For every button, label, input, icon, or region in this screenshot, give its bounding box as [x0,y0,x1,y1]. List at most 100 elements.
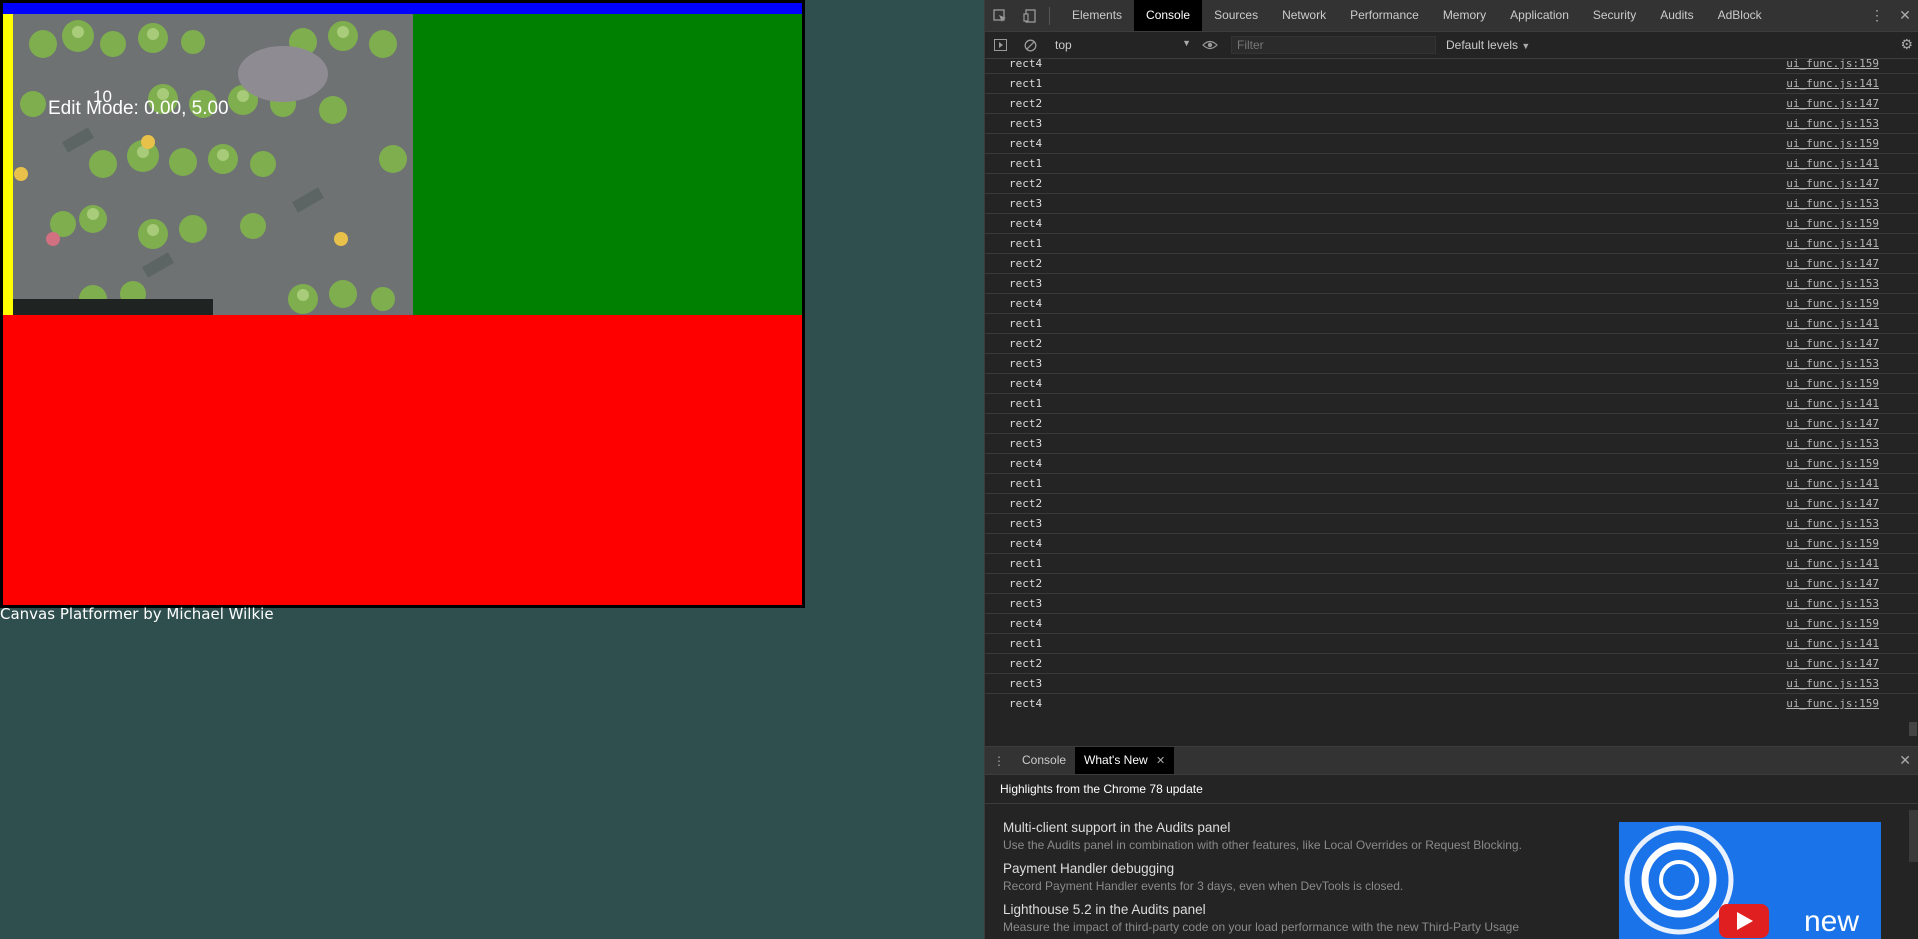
tab-adblock[interactable]: AdBlock [1706,0,1774,31]
chrome-new-promo-image[interactable]: new [1619,822,1881,939]
log-source-link[interactable]: ui_func.js:153 [1786,117,1879,130]
log-message: rect1 [1009,237,1043,250]
log-source-link[interactable]: ui_func.js:153 [1786,677,1879,690]
console-log-row: rect1 ui_func.js:141 [985,634,1918,654]
console-log-row: rect3 ui_func.js:153 [985,594,1918,614]
log-message: rect1 [1009,397,1043,410]
log-message: rect2 [1009,337,1043,350]
log-source-link[interactable]: ui_func.js:141 [1786,77,1879,90]
log-source-link[interactable]: ui_func.js:141 [1786,557,1879,570]
console-log-row: rect2 ui_func.js:147 [985,174,1918,194]
context-select[interactable]: top ▼ [1045,38,1195,52]
log-source-link[interactable]: ui_func.js:159 [1786,297,1879,310]
log-source-link[interactable]: ui_func.js:153 [1786,357,1879,370]
log-source-link[interactable]: ui_func.js:159 [1786,697,1879,710]
settings-gear-icon[interactable]: ⚙ [1900,36,1913,53]
log-source-link[interactable]: ui_func.js:147 [1786,177,1879,190]
log-source-link[interactable]: ui_func.js:153 [1786,597,1879,610]
tab-application[interactable]: Application [1498,0,1581,31]
tab-performance[interactable]: Performance [1338,0,1431,31]
log-message: rect1 [1009,557,1043,570]
log-source-link[interactable]: ui_func.js:159 [1786,57,1879,70]
log-source-link[interactable]: ui_func.js:147 [1786,257,1879,270]
close-drawer-icon[interactable]: ✕ [1899,752,1911,769]
log-source-link[interactable]: ui_func.js:141 [1786,477,1879,490]
console-log-row: rect4 ui_func.js:159 [985,54,1918,74]
log-source-link[interactable]: ui_func.js:147 [1786,97,1879,110]
more-options-icon[interactable]: ⋮ [1863,7,1891,24]
tile-map-image [3,14,413,315]
log-message: rect2 [1009,177,1043,190]
log-message: rect1 [1009,317,1043,330]
tab-network[interactable]: Network [1270,0,1338,31]
inspect-element-icon[interactable] [985,0,1015,31]
drawer-tab-console[interactable]: Console [1013,747,1075,774]
whats-new-item[interactable]: Multi-client support in the Audits panel… [1003,820,1583,852]
yellow-side-bar [3,14,13,315]
log-message: rect4 [1009,377,1043,390]
grass-tiles-graphic [3,14,413,315]
log-source-link[interactable]: ui_func.js:159 [1786,377,1879,390]
log-message: rect3 [1009,677,1043,690]
log-source-link[interactable]: ui_func.js:141 [1786,237,1879,250]
console-log-row: rect1 ui_func.js:141 [985,314,1918,334]
log-source-link[interactable]: ui_func.js:147 [1786,577,1879,590]
item-description: Record Payment Handler events for 3 days… [1003,879,1404,893]
log-source-link[interactable]: ui_func.js:147 [1786,337,1879,350]
log-message: rect2 [1009,497,1043,510]
tab-audits[interactable]: Audits [1648,0,1705,31]
log-source-link[interactable]: ui_func.js:159 [1786,217,1879,230]
log-source-link[interactable]: ui_func.js:147 [1786,417,1879,430]
log-source-link[interactable]: ui_func.js:159 [1786,457,1879,470]
log-source-link[interactable]: ui_func.js:141 [1786,397,1879,410]
log-message: rect3 [1009,437,1043,450]
log-source-link[interactable]: ui_func.js:153 [1786,437,1879,450]
tab-sources[interactable]: Sources [1202,0,1270,31]
log-source-link[interactable]: ui_func.js:147 [1786,497,1879,510]
filter-input[interactable] [1231,36,1436,54]
drawer-scrollbar[interactable] [1909,810,1918,862]
console-log-row: rect2 ui_func.js:147 [985,494,1918,514]
tab-separator [1049,6,1050,25]
drawer-tab-bar: ⋮ Console What's New ✕ ✕ [985,747,1918,775]
console-scrollbar[interactable] [1909,722,1917,736]
log-levels-dropdown[interactable]: Default levels ▼ [1446,38,1530,52]
log-source-link[interactable]: ui_func.js:159 [1786,137,1879,150]
dropdown-arrow-icon: ▼ [1521,41,1531,51]
log-source-link[interactable]: ui_func.js:153 [1786,277,1879,290]
whats-new-item[interactable]: Payment Handler debugging Record Payment… [1003,861,1583,893]
promo-new-label: new [1803,905,1859,938]
log-source-link[interactable]: ui_func.js:147 [1786,657,1879,670]
log-message: rect4 [1009,137,1043,150]
log-message: rect3 [1009,117,1043,130]
tab-memory[interactable]: Memory [1431,0,1498,31]
tab-console[interactable]: Console [1134,0,1203,31]
console-log-row: rect3 ui_func.js:153 [985,194,1918,214]
log-source-link[interactable]: ui_func.js:159 [1786,617,1879,630]
log-source-link[interactable]: ui_func.js:141 [1786,157,1879,170]
console-log-row: rect4 ui_func.js:159 [985,214,1918,234]
close-devtools-icon[interactable]: ✕ [1891,7,1918,24]
drawer-menu-icon[interactable]: ⋮ [985,754,1013,768]
log-message: rect4 [1009,537,1043,550]
log-source-link[interactable]: ui_func.js:153 [1786,517,1879,530]
device-toolbar-icon[interactable] [1015,0,1045,31]
game-canvas[interactable]: 10 Edit Mode: 0.00, 5.00 [0,0,805,608]
console-log-row: rect2 ui_func.js:147 [985,334,1918,354]
console-log-row: rect4 ui_func.js:159 [985,454,1918,474]
tab-security[interactable]: Security [1581,0,1648,31]
close-tab-icon[interactable]: ✕ [1156,755,1165,767]
log-message: rect1 [1009,637,1043,650]
log-message: rect2 [1009,657,1043,670]
log-source-link[interactable]: ui_func.js:141 [1786,637,1879,650]
log-source-link[interactable]: ui_func.js:159 [1786,537,1879,550]
log-source-link[interactable]: ui_func.js:153 [1786,197,1879,210]
whats-new-item[interactable]: Lighthouse 5.2 in the Audits panel Measu… [1003,902,1583,934]
item-description: Measure the impact of third-party code o… [1003,920,1520,934]
drawer-tab-whats-new[interactable]: What's New ✕ [1075,747,1175,774]
log-message: rect3 [1009,197,1043,210]
log-message: rect3 [1009,597,1043,610]
tab-elements[interactable]: Elements [1060,0,1134,31]
log-source-link[interactable]: ui_func.js:141 [1786,317,1879,330]
dropdown-arrow-icon: ▼ [1182,38,1191,48]
